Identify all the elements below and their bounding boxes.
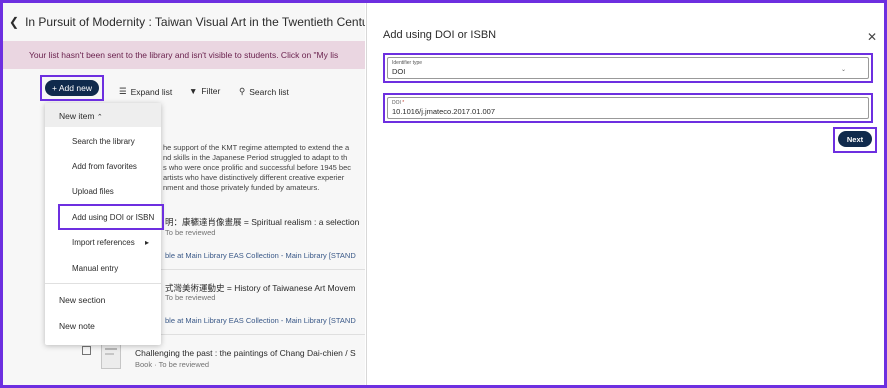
menu-item-import-references[interactable]: Import references ▸	[72, 238, 149, 247]
description-line: nd skills in the Japanese Period struggl…	[163, 153, 348, 162]
search-list-label: Search list	[249, 86, 289, 97]
filter-label: Filter	[201, 86, 221, 96]
chevron-left-icon[interactable]: ❮	[9, 15, 19, 29]
menu-item-new-note[interactable]: New note	[59, 321, 95, 331]
description-line: he support of the KMT regime attempted t…	[163, 143, 350, 152]
chevron-up-icon: ⌃	[96, 114, 103, 121]
list-item-status: To be reviewed	[165, 228, 216, 237]
expand-list-button[interactable]: ☰ Expand list	[119, 86, 172, 97]
page-title-text: In Pursuit of Modernity : Taiwan Visual …	[25, 15, 365, 29]
filter-icon: ▼	[189, 86, 198, 96]
list-item-meta: Book · To be reviewed	[135, 360, 210, 369]
menu-item-new-section[interactable]: New section	[59, 295, 105, 305]
list-item-status: To be reviewed	[158, 360, 210, 369]
menu-item-upload-files[interactable]: Upload files	[72, 187, 114, 196]
description-line: nment and those privately funded by amat…	[163, 183, 320, 192]
banner-text: Your list hasn't been sent to the librar…	[29, 50, 339, 60]
search-list-button[interactable]: ⚲ Search list	[239, 86, 289, 97]
add-new-highlight	[40, 75, 104, 101]
menu-item-add-from-favorites[interactable]: Add from favorites	[72, 162, 137, 171]
chevron-right-icon: ▸	[144, 238, 149, 247]
expand-list-icon: ☰	[119, 86, 127, 96]
item-checkbox[interactable]	[82, 346, 91, 355]
menu-item-search-library[interactable]: Search the library	[72, 137, 135, 146]
panel-title: Add using DOI or ISBN	[383, 29, 497, 41]
close-icon[interactable]: ✕	[867, 31, 877, 43]
notice-banner: Your list hasn't been sent to the librar…	[3, 41, 365, 69]
page-title: ❮ In Pursuit of Modernity : Taiwan Visual…	[9, 15, 365, 29]
list-item-availability[interactable]: ble at Main Library EAS Collection - Mai…	[165, 316, 356, 325]
menu-new-item-header[interactable]: New item ⌃	[45, 103, 161, 127]
menu-divider	[45, 283, 161, 284]
description-line: s who were once prolific and successful …	[163, 163, 352, 172]
add-doi-isbn-panel: Add using DOI or ISBN ✕ Identifier type …	[366, 3, 884, 385]
next-button-highlight	[833, 127, 877, 153]
menu-item-manual-entry[interactable]: Manual entry	[72, 264, 118, 273]
expand-list-label: Expand list	[130, 86, 173, 97]
import-references-label: Import references	[72, 238, 135, 247]
new-item-label: New item	[59, 111, 95, 121]
filter-button[interactable]: ▼ Filter	[189, 86, 220, 96]
list-item-availability[interactable]: ble at Main Library EAS Collection - Mai…	[165, 251, 356, 260]
list-item-title[interactable]: Challenging the past : the paintings of …	[135, 348, 356, 358]
identifier-type-highlight	[383, 53, 873, 83]
list-item-status: To be reviewed	[165, 293, 216, 302]
doi-menu-highlight	[58, 204, 164, 230]
book-thumbnail-icon	[101, 343, 121, 369]
doi-input-highlight	[383, 93, 873, 123]
search-icon: ⚲	[239, 86, 246, 96]
description-line: artists who have distinctively different…	[163, 173, 345, 182]
list-item-title[interactable]: 明：康穮達肖像畫展 = Spiritual realism : a select…	[165, 216, 359, 228]
list-item-type: Book	[135, 360, 153, 369]
